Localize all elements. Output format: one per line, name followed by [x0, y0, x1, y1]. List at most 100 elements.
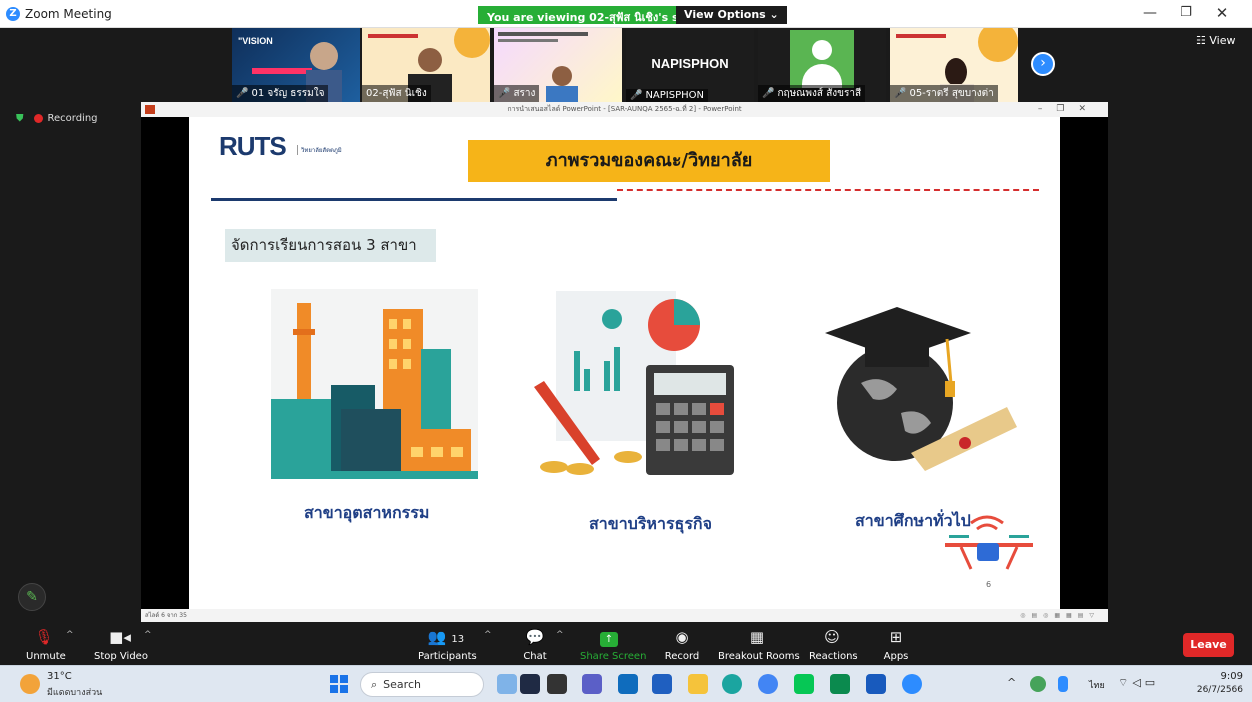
title-bar: Z Zoom Meeting You are viewing 02-สุฟัส … [0, 0, 1252, 28]
edge-icon[interactable] [722, 674, 742, 694]
record-label: Record [664, 651, 700, 662]
chevron-up-icon[interactable]: ^ [556, 630, 564, 640]
participant-count: 13 [451, 634, 465, 645]
logo-text: RUTS [219, 131, 287, 161]
participant-name: 🎤 NAPISPHON [626, 89, 709, 102]
weather-icon[interactable] [20, 674, 40, 694]
zoom-window: Z Zoom Meeting You are viewing 02-สุฟัส … [0, 0, 1252, 702]
windows-start-icon[interactable] [330, 675, 348, 693]
maximize-button[interactable]: ❐ [1176, 5, 1196, 20]
powerpoint-titlebar: การนำเสนอสไลด์ PowerPoint - [SAR-AUNQA 2… [141, 102, 1108, 117]
stop-video-button[interactable]: ■◂ Stop Video ^ [94, 627, 152, 662]
divider-line [211, 198, 617, 201]
breakout-rooms-icon: ▦ [749, 628, 765, 646]
participant-thumbnail[interactable]: 🎤 กฤษณพงส์ สังขราสี [758, 28, 886, 102]
teams-icon[interactable] [582, 674, 602, 694]
stop-video-label: Stop Video [94, 651, 148, 662]
meeting-toolbar: 🎙 Unmute ^ ■◂ Stop Video ^ 👥 13 Particip… [0, 623, 1252, 665]
participant-thumbnail[interactable]: 02-สุฟัส นิเชิง [362, 28, 490, 102]
chevron-up-icon[interactable]: ^ [144, 630, 152, 640]
avatar-head [812, 40, 832, 60]
participant-thumbnail[interactable]: NAPISPHON 🎤 NAPISPHON [626, 28, 754, 102]
participant-thumbnail[interactable]: 🎤 สราง [494, 28, 622, 102]
branch-industrial-label: สาขาอุตสาหกรรม [304, 503, 430, 522]
participant-name-text: 01 จรัญ ธรรมใจ [251, 88, 325, 99]
widgets-icon[interactable] [497, 674, 517, 694]
annotate-pencil-icon[interactable]: ✎ [18, 583, 46, 611]
close-button[interactable]: ✕ [1212, 4, 1232, 22]
window-title: Zoom Meeting [25, 7, 112, 21]
chevron-up-icon[interactable]: ^ [484, 630, 492, 640]
file-explorer-icon[interactable] [688, 674, 708, 694]
minimize-button[interactable]: — [1140, 5, 1160, 21]
apps-icon: ⊞ [889, 628, 903, 646]
chat-bubble-icon: 💬 [525, 628, 545, 646]
line-icon[interactable] [794, 674, 814, 694]
record-button[interactable]: ◉ Record [664, 627, 700, 662]
powerpoint-title: การนำเสนอสไลด์ PowerPoint - [SAR-AUNQA 2… [507, 105, 742, 113]
smiley-icon: ☺ [824, 628, 840, 646]
participant-name: 🎤 กฤษณพงส์ สังขราสี [758, 85, 866, 102]
participant-name-text: NAPISPHON [645, 90, 705, 101]
avatar [790, 30, 854, 88]
weather-condition[interactable]: มีแดดบางส่วน [47, 685, 102, 699]
factory-icon [271, 289, 478, 479]
next-page-icon[interactable]: › [1031, 52, 1055, 76]
search-label: Search [383, 678, 421, 691]
powerpoint-statusbar: สไลด์ 6 จาก 35 ◎▤◎▦▦▤▽ [141, 609, 1108, 622]
view-options-button[interactable]: View Options ⌄ [676, 6, 787, 24]
black-app-icon[interactable] [547, 674, 567, 694]
chat-button[interactable]: 💬 Chat ^ [518, 627, 563, 662]
view-button[interactable]: ☷ View [1196, 34, 1235, 47]
presentation-slide: RUTS วิทยาลัยสัตตภูมิ ภาพรวมของคณะ/วิทยา… [189, 117, 1060, 609]
word-icon[interactable] [866, 674, 886, 694]
green-app-icon[interactable] [830, 674, 850, 694]
participant-thumbnail[interactable]: 🎤 05-ราตรี สุขบางต่า [890, 28, 1018, 102]
participant-name-text: สราง [513, 88, 536, 99]
clock-date[interactable]: 26/7/2566 [1185, 685, 1243, 695]
tray-app-icon[interactable] [1030, 676, 1046, 692]
task-view-icon[interactable] [520, 674, 540, 694]
breakout-rooms-button[interactable]: ▦ Breakout Rooms [718, 627, 800, 662]
participant-thumbnail[interactable]: "VISION 🎤 01 จรัญ ธรรมใจ [232, 28, 360, 102]
zoom-logo-icon: Z [6, 7, 20, 21]
microphone-tray-icon[interactable] [1058, 676, 1068, 692]
share-screen-label: Share Screen [580, 651, 647, 662]
mail-icon[interactable] [618, 674, 638, 694]
powerpoint-icon [145, 105, 155, 114]
svg-text:"VISION: "VISION [238, 36, 273, 46]
leave-button[interactable]: Leave [1183, 633, 1234, 657]
mic-muted-icon: 🎤 [894, 88, 907, 99]
share-screen-icon: ↑ [580, 627, 638, 647]
graduation-globe-icon [825, 307, 1017, 471]
apps-button[interactable]: ⊞ Apps [881, 627, 911, 662]
participants-button[interactable]: 👥 13 Participants ^ [418, 627, 492, 662]
lens-app-icon[interactable] [652, 674, 672, 694]
chrome-icon[interactable] [758, 674, 778, 694]
clock-time[interactable]: 9:09 [1207, 671, 1243, 682]
unmute-button[interactable]: 🎙 Unmute ^ [26, 627, 74, 662]
share-screen-button[interactable]: ↑ Share Screen [580, 627, 647, 662]
mic-muted-icon: 🎤 [236, 88, 249, 99]
record-icon: ◉ [675, 628, 689, 646]
reactions-button[interactable]: ☺ Reactions [809, 627, 858, 662]
ruts-logo: RUTS [219, 131, 287, 162]
show-hidden-icons[interactable]: ^ [1007, 676, 1016, 689]
apps-label: Apps [883, 651, 909, 662]
taskbar-search[interactable]: ⌕ Search [360, 672, 484, 697]
chevron-up-icon[interactable]: ^ [66, 630, 74, 640]
mic-muted-icon: 🎙 [34, 628, 54, 646]
participants-label: Participants [418, 651, 477, 662]
business-chart-icon [534, 291, 734, 475]
network-volume-battery-icons[interactable]: ⌔◁▭ [1118, 676, 1159, 690]
slide-page-number: 6 [986, 580, 992, 589]
unmute-label: Unmute [26, 651, 66, 662]
input-language[interactable]: ไทย [1089, 678, 1105, 692]
zoom-taskbar-icon[interactable] [902, 674, 922, 694]
weather-temperature[interactable]: 31°C [47, 671, 72, 682]
recording-indicator[interactable]: ⛊ Recording [16, 113, 98, 124]
recording-label: Recording [47, 113, 98, 124]
participant-name: 🎤 01 จรัญ ธรรมใจ [232, 85, 329, 102]
breakout-rooms-label: Breakout Rooms [718, 651, 800, 662]
reactions-label: Reactions [809, 651, 858, 662]
